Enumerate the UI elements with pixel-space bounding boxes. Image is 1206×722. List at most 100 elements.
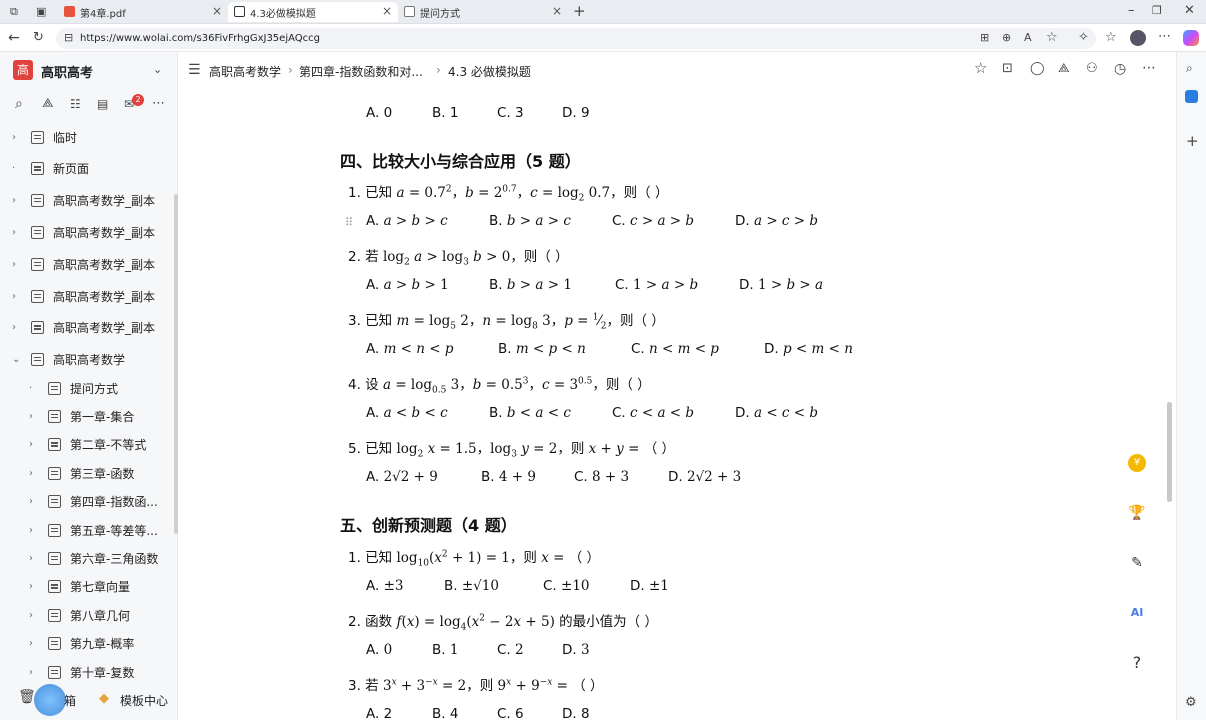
breadcrumb-item-3[interactable]: 4.3 必做模拟题 [448, 63, 531, 80]
ai-assistant-icon[interactable]: AI [1126, 601, 1148, 623]
chevron-right-icon[interactable]: › [12, 132, 16, 143]
drag-handle-icon[interactable]: ⠿ [345, 217, 353, 228]
refresh-icon[interactable]: ↻ [33, 31, 44, 44]
add-panel-icon[interactable]: + [1186, 134, 1199, 149]
coin-icon[interactable]: ¥ [1126, 452, 1148, 474]
site-info-icon[interactable]: ⊟ [64, 32, 73, 43]
sidebar-item[interactable]: · 提问方式 [0, 375, 176, 401]
option: B. b > a > 1 [489, 277, 572, 293]
translate-icon[interactable] [1185, 90, 1198, 103]
close-tab-icon[interactable]: × [552, 4, 562, 18]
chevron-down-icon[interactable]: ⌄ [153, 64, 162, 75]
graph-icon[interactable]: ⟁ [42, 97, 54, 110]
sidebar-item[interactable]: › 高职高考数学_副本 [0, 315, 176, 341]
favorites-icon[interactable]: ☆ [1105, 31, 1117, 44]
chevron-right-icon[interactable]: › [12, 227, 16, 238]
sidebar-item[interactable]: › 第五章-等差等... [0, 517, 176, 543]
new-tab-icon[interactable]: + [573, 4, 586, 19]
chevron-right-icon[interactable]: · [29, 383, 32, 394]
add-member-icon[interactable]: ⚇ [1086, 62, 1098, 75]
tab-actions-icon[interactable]: ▣ [36, 6, 46, 17]
chevron-right-icon[interactable]: › [29, 610, 33, 621]
chevron-right-icon[interactable]: · [12, 163, 15, 174]
back-icon[interactable]: ← [8, 31, 20, 45]
chevron-right-icon[interactable]: › [29, 468, 33, 479]
zoom-icon[interactable]: ⊕ [1002, 32, 1011, 43]
more-icon[interactable]: ⋯ [1158, 30, 1171, 43]
favorite-star-icon[interactable]: ☆ [1046, 31, 1058, 44]
sidebar-item[interactable]: › 第九章-概率 [0, 631, 176, 657]
calendar-icon[interactable]: ☷ [70, 98, 81, 110]
chevron-right-icon[interactable]: › [29, 439, 33, 450]
install-app-icon[interactable]: ⊞ [980, 32, 989, 43]
copilot-icon[interactable] [1183, 30, 1199, 46]
profile-avatar[interactable] [1130, 30, 1146, 46]
avatar-floating[interactable] [34, 684, 66, 716]
chevron-right-icon[interactable]: › [29, 553, 33, 564]
chevron-right-icon[interactable]: › [12, 259, 16, 270]
chevron-right-icon[interactable]: › [12, 291, 16, 302]
tab-pdf[interactable]: 第4章.pdf × [58, 2, 228, 22]
breadcrumb-item-2[interactable]: 第四章-指数函数和对... [299, 63, 423, 80]
url-field[interactable]: ⊟ https://www.wolai.com/s36FivFrhgGxJ35e… [56, 28, 1096, 49]
sidebar-item[interactable]: › 第一章-集合 [0, 403, 176, 429]
star-icon[interactable]: ☆ [974, 61, 987, 76]
sidebar-item[interactable]: › 高职高考数学_副本 [0, 219, 176, 245]
comment-icon[interactable]: ◯ [1030, 62, 1045, 75]
chevron-right-icon[interactable]: › [29, 411, 33, 422]
tab-ask[interactable]: 提问方式 × [398, 2, 568, 22]
breadcrumb-item-1[interactable]: 高职高考数学 [209, 63, 281, 80]
graph-view-icon[interactable]: ⟁ [1058, 62, 1070, 75]
minimize-icon[interactable]: – [1128, 4, 1135, 17]
settings-icon[interactable]: ⚙ [1185, 696, 1197, 709]
sidebar-item[interactable]: › 第二章-不等式 [0, 432, 176, 458]
sidebar-item[interactable]: › 第八章几何 [0, 602, 176, 628]
close-tab-icon[interactable]: × [212, 4, 222, 18]
trophy-icon[interactable]: 🏆 [1126, 502, 1148, 524]
workspace-icon[interactable]: 高 [13, 60, 33, 80]
trash-label[interactable]: 箱 [64, 692, 76, 709]
sidebar-item[interactable]: › 第六章-三角函数 [0, 545, 176, 571]
close-window-icon[interactable]: ✕ [1184, 4, 1195, 17]
restore-icon[interactable]: ❐ [1152, 5, 1162, 16]
sidebar-item[interactable]: › 临时 [0, 124, 176, 150]
more-icon[interactable]: ⋯ [152, 97, 165, 110]
option: A. 0 [366, 642, 393, 658]
sidebar-item[interactable]: › 第四章-指数函... [0, 489, 176, 515]
sidebar-item[interactable]: › 第七章向量 [0, 574, 176, 600]
sidebar-item[interactable]: ⌄ 高职高考数学 [0, 347, 176, 373]
template-center-label[interactable]: 模板中心 [120, 692, 168, 709]
more-icon[interactable]: ⋯ [1142, 61, 1156, 75]
close-tab-icon[interactable]: × [382, 4, 392, 18]
sidebar-item[interactable]: › 第三章-函数 [0, 460, 176, 486]
content-scrollbar[interactable] [1167, 402, 1172, 502]
question-4-4: 4. 设 a = log0.5 3，b = 0.53，c = 30.5，则（ ） [348, 376, 651, 396]
table-icon[interactable]: ▤ [97, 98, 108, 110]
search-icon[interactable]: ⌕ [1186, 62, 1193, 74]
chevron-right-icon[interactable]: › [29, 525, 33, 536]
tab-current[interactable]: 4.3必做模拟题 × [228, 2, 398, 22]
sidebar-item[interactable]: › 高职高考数学_副本 [0, 188, 176, 214]
sidebar-item[interactable]: › 第十章-复数 [0, 659, 176, 685]
extensions-icon[interactable]: ✧ [1078, 31, 1089, 44]
workspaces-icon[interactable]: ⧉ [10, 6, 18, 17]
search-icon[interactable]: ⌕ [15, 97, 23, 111]
menu-icon[interactable]: ☰ [188, 63, 201, 77]
sidebar-item[interactable]: › 高职高考数学_副本 [0, 283, 176, 309]
trash-icon[interactable]: 🗑 [18, 690, 36, 704]
sidebar-item[interactable]: · 新页面 [0, 156, 176, 182]
history-icon[interactable]: ◷ [1114, 62, 1126, 76]
edit-note-icon[interactable]: ✎ [1126, 552, 1148, 574]
help-icon[interactable]: ? [1126, 651, 1148, 673]
comment-pin-icon[interactable]: ⊡ [1002, 62, 1013, 75]
chevron-right-icon[interactable]: › [12, 322, 16, 333]
chevron-right-icon[interactable]: › [29, 638, 33, 649]
chevron-down-icon[interactable]: ⌄ [12, 354, 20, 365]
workspace-name[interactable]: 高职高考 [41, 62, 93, 81]
read-aloud-icon[interactable]: A [1024, 32, 1032, 43]
chevron-right-icon[interactable]: › [29, 581, 33, 592]
chevron-right-icon[interactable]: › [12, 195, 16, 206]
sidebar-item[interactable]: › 高职高考数学_副本 [0, 251, 176, 277]
chevron-right-icon[interactable]: › [29, 667, 33, 678]
chevron-right-icon[interactable]: › [29, 496, 33, 507]
